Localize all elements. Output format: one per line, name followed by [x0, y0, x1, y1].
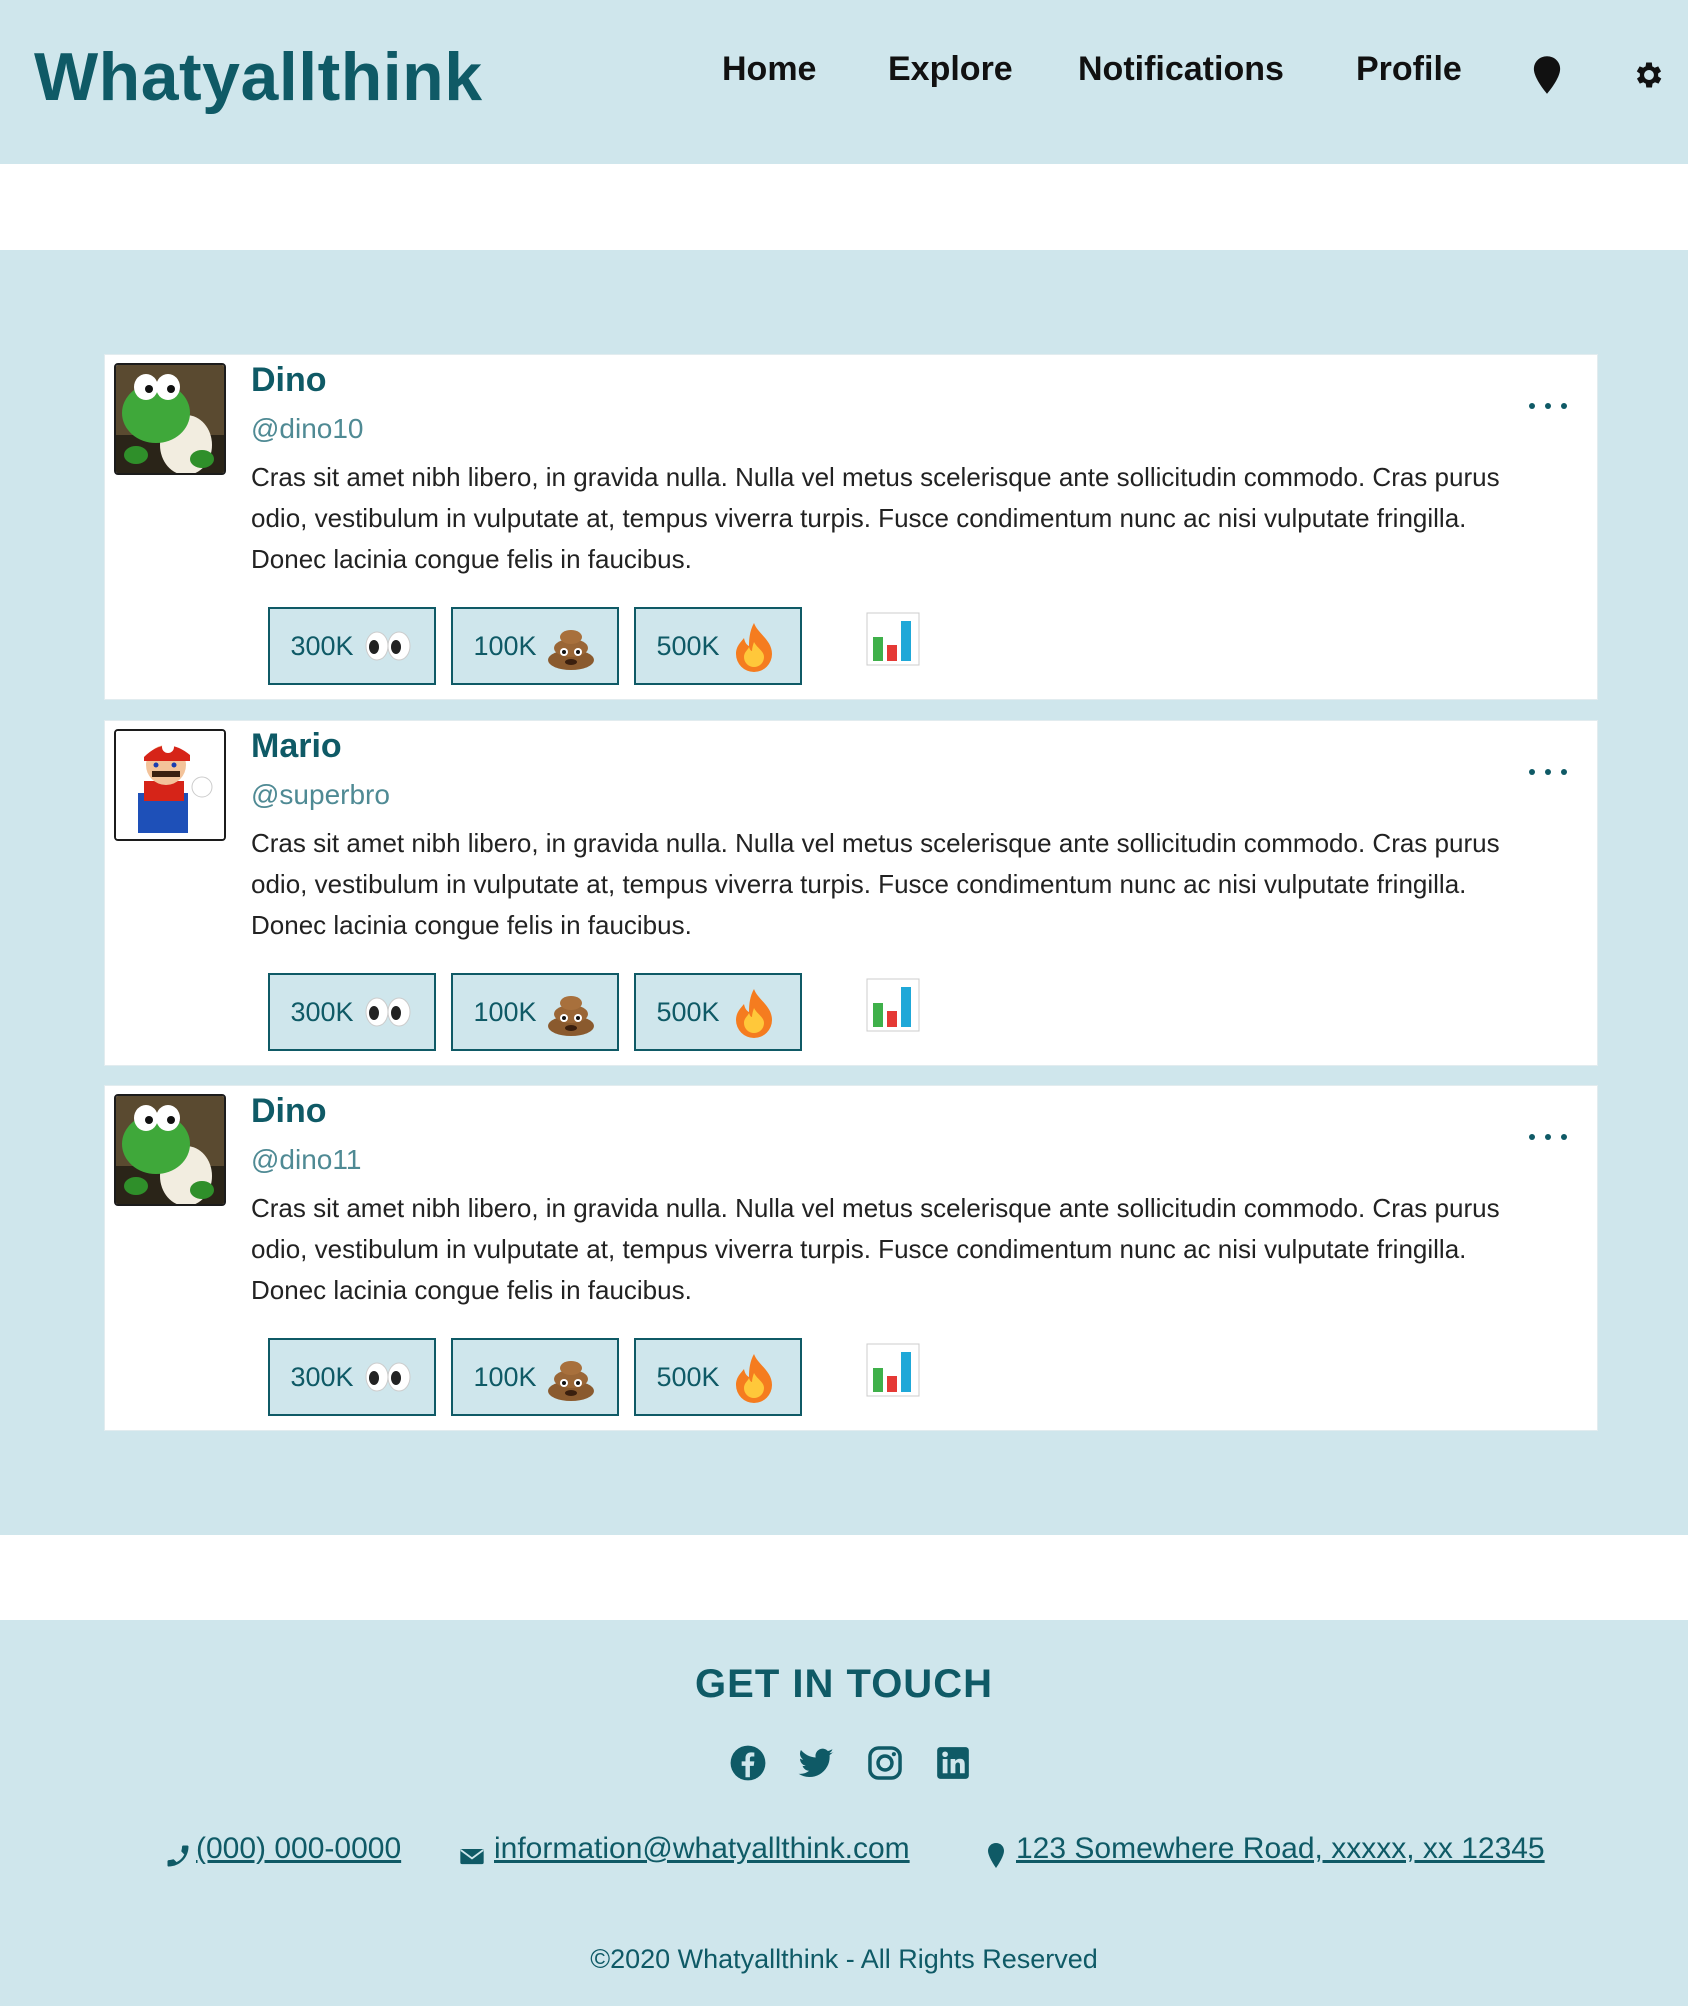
email-link[interactable]: information@whatyallthink.com	[494, 1832, 910, 1866]
reaction-eyes-button[interactable]: 300K	[268, 607, 436, 685]
poop-emoji-icon	[547, 1361, 594, 1401]
copyright-text: ©2020 Whatyallthink - All Rights Reserve…	[590, 1944, 1098, 1974]
reaction-fire-button[interactable]: 500K	[634, 1338, 802, 1416]
nav-home[interactable]: Home	[722, 50, 816, 89]
phone-link[interactable]: (000) 000-0000	[196, 1832, 401, 1866]
reaction-count: 100K	[473, 630, 537, 661]
facebook-icon[interactable]	[729, 1744, 767, 1782]
post-text: Cras sit amet nibh libero, in gravida nu…	[251, 1193, 1500, 1305]
site-logo[interactable]: Whatyallthink	[34, 38, 483, 116]
linkedin-icon[interactable]	[934, 1744, 972, 1782]
post-card: Dino @dino10 Cras sit amet nibh libero, …	[104, 354, 1598, 700]
reaction-count: 500K	[656, 996, 720, 1027]
eyes-emoji-icon	[365, 631, 411, 661]
envelope-icon	[460, 1849, 484, 1865]
feed: Dino @dino10 Cras sit amet nibh libero, …	[0, 250, 1688, 1535]
poop-emoji-icon	[547, 630, 594, 670]
reaction-count: 100K	[473, 996, 537, 1027]
address-link[interactable]: 123 Somewhere Road, xxxxx, xx 12345	[1016, 1832, 1545, 1866]
reaction-count: 500K	[656, 1361, 720, 1392]
bar-chart-icon[interactable]	[865, 611, 921, 667]
more-options-icon[interactable]	[1525, 397, 1571, 417]
gear-icon[interactable]	[1632, 58, 1666, 92]
bar-chart-icon[interactable]	[865, 1342, 921, 1398]
reaction-eyes-button[interactable]: 300K	[268, 973, 436, 1051]
post-text: Cras sit amet nibh libero, in gravida nu…	[251, 462, 1500, 574]
post-author-handle[interactable]: @dino10	[251, 413, 364, 445]
nav-explore[interactable]: Explore	[888, 50, 1013, 89]
fire-emoji-icon	[735, 989, 772, 1038]
twitter-icon[interactable]	[797, 1744, 835, 1782]
post-card: Mario @superbro Cras sit amet nibh liber…	[104, 720, 1598, 1066]
reaction-poop-button[interactable]: 100K	[451, 973, 619, 1051]
bar-chart-icon[interactable]	[865, 977, 921, 1033]
post-author-name[interactable]: Mario	[251, 727, 342, 766]
reaction-count: 100K	[473, 1361, 537, 1392]
fire-emoji-icon	[735, 623, 772, 672]
reaction-fire-button[interactable]: 500K	[634, 607, 802, 685]
phone-icon	[167, 1845, 189, 1867]
mario-avatar[interactable]	[114, 729, 226, 841]
post-card: Dino @dino11 Cras sit amet nibh libero, …	[104, 1085, 1598, 1431]
reaction-eyes-button[interactable]: 300K	[268, 1338, 436, 1416]
more-options-icon[interactable]	[1525, 1128, 1571, 1148]
more-options-icon[interactable]	[1525, 763, 1571, 783]
map-pin-icon	[988, 1843, 1004, 1868]
reaction-count: 300K	[290, 1361, 354, 1392]
reaction-count: 500K	[656, 630, 720, 661]
post-author-handle[interactable]: @superbro	[251, 779, 390, 811]
reaction-count: 300K	[290, 630, 354, 661]
reaction-poop-button[interactable]: 100K	[451, 607, 619, 685]
yoshi-avatar[interactable]	[114, 1094, 226, 1206]
reaction-count: 300K	[290, 996, 354, 1027]
reaction-fire-button[interactable]: 500K	[634, 973, 802, 1051]
yoshi-avatar[interactable]	[114, 363, 226, 475]
site-header: Whatyallthink Home Explore Notifications…	[0, 0, 1688, 164]
reaction-poop-button[interactable]: 100K	[451, 1338, 619, 1416]
instagram-icon[interactable]	[866, 1744, 904, 1782]
post-author-name[interactable]: Dino	[251, 1092, 327, 1131]
site-footer: GET IN TOUCH (000) 000-0000 information@…	[0, 1620, 1688, 2006]
eyes-emoji-icon	[365, 997, 411, 1027]
post-text: Cras sit amet nibh libero, in gravida nu…	[251, 828, 1500, 940]
fire-emoji-icon	[735, 1354, 772, 1403]
poop-emoji-icon	[547, 996, 594, 1036]
footer-heading: GET IN TOUCH	[695, 1662, 993, 1706]
nav-notifications[interactable]: Notifications	[1078, 50, 1284, 89]
eyes-emoji-icon	[365, 1362, 411, 1392]
nav-profile[interactable]: Profile	[1356, 50, 1462, 89]
post-author-handle[interactable]: @dino11	[251, 1144, 361, 1176]
map-pin-icon[interactable]	[1530, 55, 1564, 95]
post-author-name[interactable]: Dino	[251, 361, 327, 400]
